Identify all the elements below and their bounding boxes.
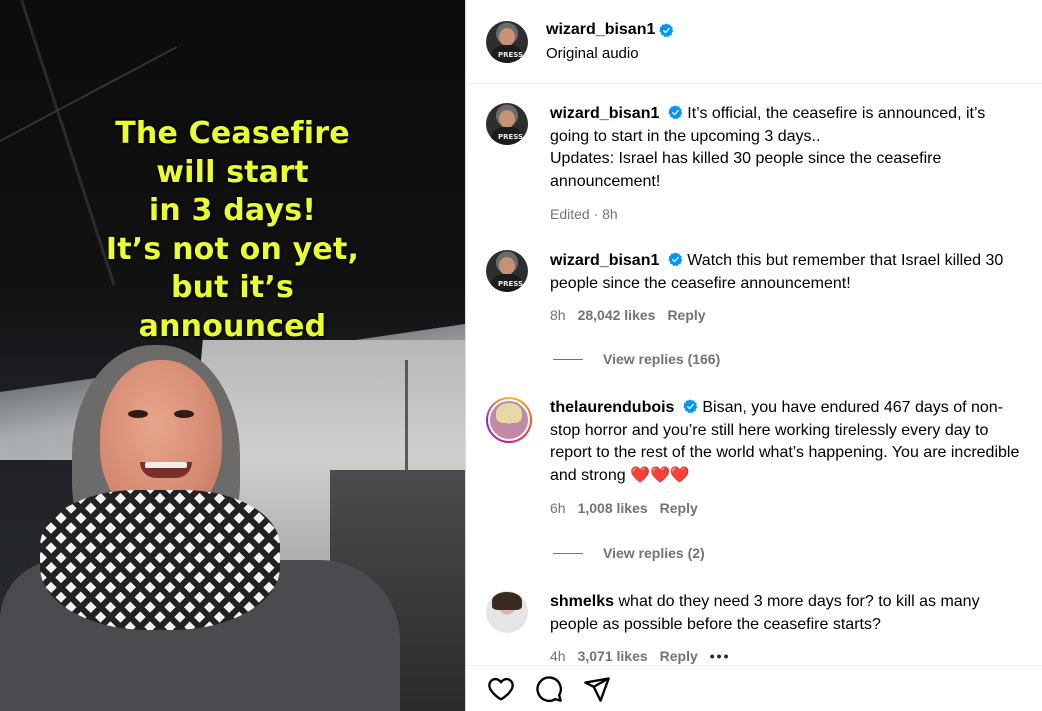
commenter-avatar[interactable] bbox=[486, 397, 532, 443]
verified-badge-icon bbox=[668, 252, 683, 267]
verified-badge-icon bbox=[659, 22, 674, 37]
view-replies-button[interactable]: View replies (166) bbox=[553, 351, 720, 367]
avatar-press-label: PRESS bbox=[498, 280, 524, 288]
comment-time: 8h bbox=[550, 307, 566, 324]
like-count[interactable]: 28,042 likes bbox=[578, 304, 656, 327]
header-name-row: wizard_bisan1 bbox=[546, 21, 674, 39]
caption-line: It’s not on yet, bbox=[105, 231, 360, 267]
more-options-icon[interactable]: ••• bbox=[710, 645, 731, 665]
like-count[interactable]: 3,071 likes bbox=[578, 645, 648, 665]
video-caption-overlay: The Ceasefire will start in 3 days! It’s… bbox=[20, 115, 445, 346]
avatar-image bbox=[488, 399, 530, 441]
share-icon bbox=[584, 676, 610, 702]
comment-icon bbox=[536, 675, 562, 702]
comment-username[interactable]: wizard_bisan1 bbox=[550, 105, 659, 122]
caption-line: in 3 days! bbox=[148, 193, 317, 228]
comment-item: PRESS wizard_bisan1 Watch this but remem… bbox=[486, 250, 1031, 327]
reply-button[interactable]: Reply bbox=[660, 497, 698, 520]
commenter-avatar[interactable] bbox=[486, 591, 528, 633]
comment-body: shmelks what do they need 3 more days fo… bbox=[550, 591, 1031, 665]
keffiyeh-scarf bbox=[40, 490, 280, 630]
header-text: wizard_bisan1 Original audio bbox=[546, 21, 674, 62]
comment-body: thelaurendubois Bisan, you have endured … bbox=[550, 397, 1031, 520]
reel-video[interactable]: The Ceasefire will start in 3 days! It’s… bbox=[0, 0, 465, 711]
avatar-face bbox=[499, 257, 515, 275]
comment-body: wizard_bisan1 Watch this but remember th… bbox=[550, 250, 1031, 327]
caption-line: announced bbox=[138, 308, 327, 344]
view-replies-label: View replies (166) bbox=[603, 351, 721, 367]
comment-body: wizard_bisan1 It’s official, the ceasefi… bbox=[550, 103, 1031, 226]
caption-comment: PRESS wizard_bisan1 It’s official, the c… bbox=[486, 103, 1031, 226]
comment-meta: 4h 3,071 likes Reply ••• bbox=[550, 645, 1031, 665]
comment-username[interactable]: wizard_bisan1 bbox=[550, 252, 659, 269]
comment-text: wizard_bisan1 It’s official, the ceasefi… bbox=[550, 103, 1031, 194]
comment-meta: Edited · 8h bbox=[550, 203, 1031, 226]
comment-line: going to start in the upcoming 3 days.. bbox=[550, 127, 821, 145]
comment-line: It’s official, the ceasefire is announce… bbox=[687, 105, 986, 122]
reply-button[interactable]: Reply bbox=[660, 645, 698, 665]
avatar-face bbox=[499, 110, 515, 128]
audio-label[interactable]: Original audio bbox=[546, 45, 674, 62]
divider-line bbox=[553, 552, 583, 554]
comment-username[interactable]: shmelks bbox=[550, 593, 614, 610]
avatar-press-label: PRESS bbox=[498, 50, 524, 59]
teeth bbox=[145, 462, 187, 468]
like-button[interactable] bbox=[486, 674, 516, 704]
share-button[interactable] bbox=[582, 674, 612, 704]
hearts-emoji: ❤️❤️❤️ bbox=[630, 467, 690, 485]
comment-meta: 6h 1,008 likes Reply bbox=[550, 497, 1031, 520]
like-count[interactable]: 1,008 likes bbox=[578, 497, 648, 520]
comments-list: PRESS wizard_bisan1 It’s official, the c… bbox=[466, 85, 1042, 665]
comment-line: Updates: Israel has killed 30 people sin… bbox=[550, 150, 942, 168]
caption-line: will start bbox=[156, 154, 309, 190]
avatar-face bbox=[499, 27, 515, 46]
verified-badge-icon bbox=[668, 105, 683, 120]
comment-text: thelaurendubois Bisan, you have endured … bbox=[550, 397, 1031, 488]
edited-timestamp: Edited · 8h bbox=[550, 205, 618, 222]
author-avatar[interactable]: PRESS bbox=[486, 20, 528, 63]
divider-line bbox=[553, 358, 583, 360]
heart-icon bbox=[488, 677, 514, 700]
action-bar bbox=[466, 665, 1042, 711]
commenter-avatar[interactable]: PRESS bbox=[486, 250, 528, 292]
avatar-hair bbox=[496, 403, 522, 423]
post-details-panel: PRESS wizard_bisan1 Original audio PRESS… bbox=[465, 0, 1042, 711]
comment-item: thelaurendubois Bisan, you have endured … bbox=[486, 397, 1031, 520]
comment-text: shmelks what do they need 3 more days fo… bbox=[550, 591, 1031, 636]
view-replies-label: View replies (2) bbox=[603, 545, 705, 561]
reply-button[interactable]: Reply bbox=[667, 304, 705, 327]
comment-item: shmelks what do they need 3 more days fo… bbox=[486, 591, 1031, 665]
comment-username[interactable]: thelaurendubois bbox=[550, 399, 674, 416]
author-avatar[interactable]: PRESS bbox=[486, 103, 528, 145]
comment-time: 6h bbox=[550, 499, 566, 516]
comment-message: what do they need 3 more days for? to ki… bbox=[550, 593, 980, 633]
eye bbox=[128, 410, 148, 418]
comment-text: wizard_bisan1 Watch this but remember th… bbox=[550, 250, 1031, 295]
instagram-post-view: The Ceasefire will start in 3 days! It’s… bbox=[0, 0, 1042, 711]
view-replies-button[interactable]: View replies (2) bbox=[553, 545, 705, 561]
caption-line: The Ceasefire bbox=[115, 116, 350, 151]
verified-badge-icon bbox=[683, 399, 698, 414]
author-username[interactable]: wizard_bisan1 bbox=[546, 21, 655, 39]
caption-line: but it’s bbox=[170, 270, 295, 305]
avatar-hair bbox=[492, 592, 522, 610]
comment-button[interactable] bbox=[534, 674, 564, 704]
post-header: PRESS wizard_bisan1 Original audio bbox=[466, 0, 1042, 84]
eye bbox=[174, 410, 194, 418]
comment-meta: 8h 28,042 likes Reply bbox=[550, 304, 1031, 327]
comment-time: 4h bbox=[550, 648, 566, 665]
avatar-press-label: PRESS bbox=[498, 133, 524, 141]
comment-line: announcement! bbox=[550, 173, 661, 191]
